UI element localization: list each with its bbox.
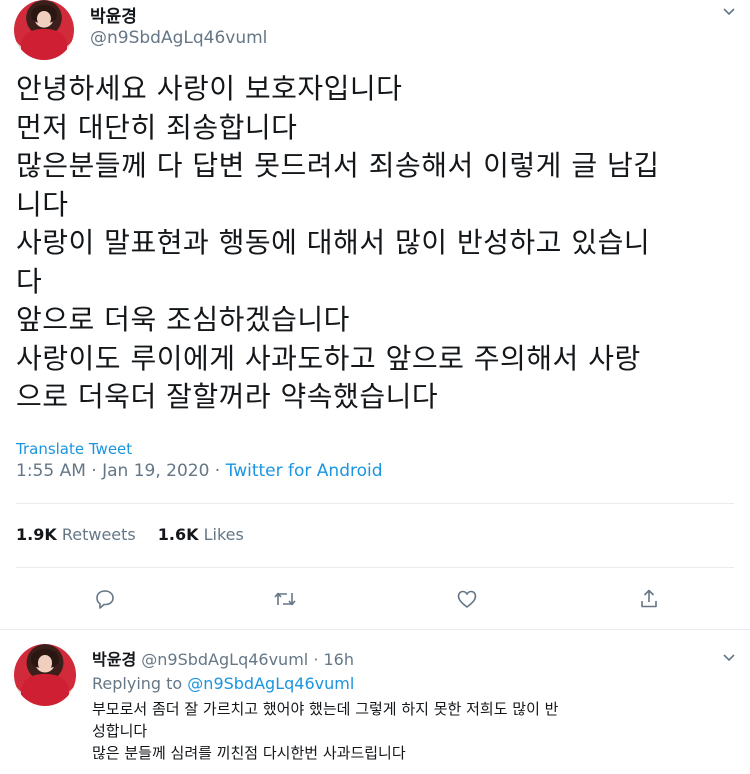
- divider: [16, 567, 734, 568]
- tweet-line: 안녕하세요 사랑이 보호자입니다: [16, 72, 403, 105]
- tweet-stats: 1.9K Retweets 1.6K Likes: [16, 525, 244, 544]
- reply-line: 많은 분들께 심려를 끼친점 다시한번 사과드립니다: [92, 744, 406, 762]
- reply-line: 부모로서 좀더 잘 가르치고 했어야 했는데 그렇게 하지 못한 저희도 많이 …: [92, 700, 559, 718]
- retweets-label: Retweets: [61, 525, 136, 544]
- chevron-down-icon[interactable]: [722, 4, 736, 18]
- tweet-text: 안녕하세요 사랑이 보호자입니다 먼저 대단히 죄송합니다 많은분들께 다 답변…: [16, 70, 731, 417]
- reply-header: 박윤경 @n9SbdAgLq46vuml · 16h: [92, 646, 354, 670]
- source-link[interactable]: Twitter for Android: [226, 461, 383, 481]
- tweet-line: 니다: [16, 187, 69, 221]
- divider: [16, 503, 734, 504]
- retweet-icon[interactable]: [270, 584, 300, 614]
- replying-to-label: Replying to: [92, 674, 183, 693]
- reply-line: 성합니다: [92, 722, 148, 740]
- divider: [0, 629, 750, 630]
- retweets-stat[interactable]: 1.9K Retweets: [16, 525, 136, 544]
- tweet-line: 사랑이도 루이에게 사과도하고 앞으로 주의해서 사랑: [16, 341, 641, 375]
- retweets-count: 1.9K: [16, 525, 57, 544]
- share-icon[interactable]: [634, 584, 664, 614]
- likes-label: Likes: [203, 525, 244, 544]
- replying-to-handle[interactable]: @n9SbdAgLq46vuml: [187, 674, 354, 693]
- avatar[interactable]: [14, 644, 76, 706]
- reply-text: 부모로서 좀더 잘 가르치고 했어야 했는데 그렇게 하지 못한 저희도 많이 …: [92, 698, 732, 764]
- tweet-line: 다: [16, 264, 43, 298]
- likes-count: 1.6K: [157, 525, 199, 544]
- replying-to: Replying to @n9SbdAgLq46vuml: [92, 674, 354, 693]
- tweet-line: 으로 더욱더 잘할꺼라 약속했습니다: [16, 380, 439, 413]
- display-name[interactable]: 박윤경: [90, 2, 137, 27]
- like-icon[interactable]: [452, 584, 482, 614]
- reply-icon[interactable]: [90, 584, 120, 614]
- user-handle[interactable]: @n9SbdAgLq46vuml: [90, 28, 267, 48]
- timestamp[interactable]: 1:55 AM · Jan 19, 2020 ·: [16, 461, 226, 481]
- display-name[interactable]: 박윤경: [92, 650, 136, 669]
- tweet-line: 많은분들께 다 답변 못드려서 죄송해서 이렇게 글 남깁: [16, 149, 660, 182]
- translate-tweet-link[interactable]: Translate Tweet: [16, 440, 132, 458]
- reply-tweet[interactable]: 박윤경 @n9SbdAgLq46vuml · 16h Replying to @…: [0, 632, 750, 774]
- tweet-line: 사랑이 말표현과 행동에 대해서 많이 반성하고 있습니: [16, 226, 651, 259]
- main-tweet: 박윤경 @n9SbdAgLq46vuml 안녕하세요 사랑이 보호자입니다 먼저…: [0, 0, 750, 632]
- chevron-down-icon[interactable]: [722, 650, 736, 664]
- tweet-line: 앞으로 더욱 조심하겠습니다: [16, 303, 350, 336]
- avatar[interactable]: [14, 0, 74, 60]
- handle-and-time[interactable]: @n9SbdAgLq46vuml · 16h: [141, 650, 354, 669]
- tweet-line: 먼저 대단히 죄송합니다: [16, 110, 298, 144]
- tweet-meta: 1:55 AM · Jan 19, 2020 · Twitter for And…: [16, 461, 383, 481]
- likes-stat[interactable]: 1.6K Likes: [158, 525, 244, 544]
